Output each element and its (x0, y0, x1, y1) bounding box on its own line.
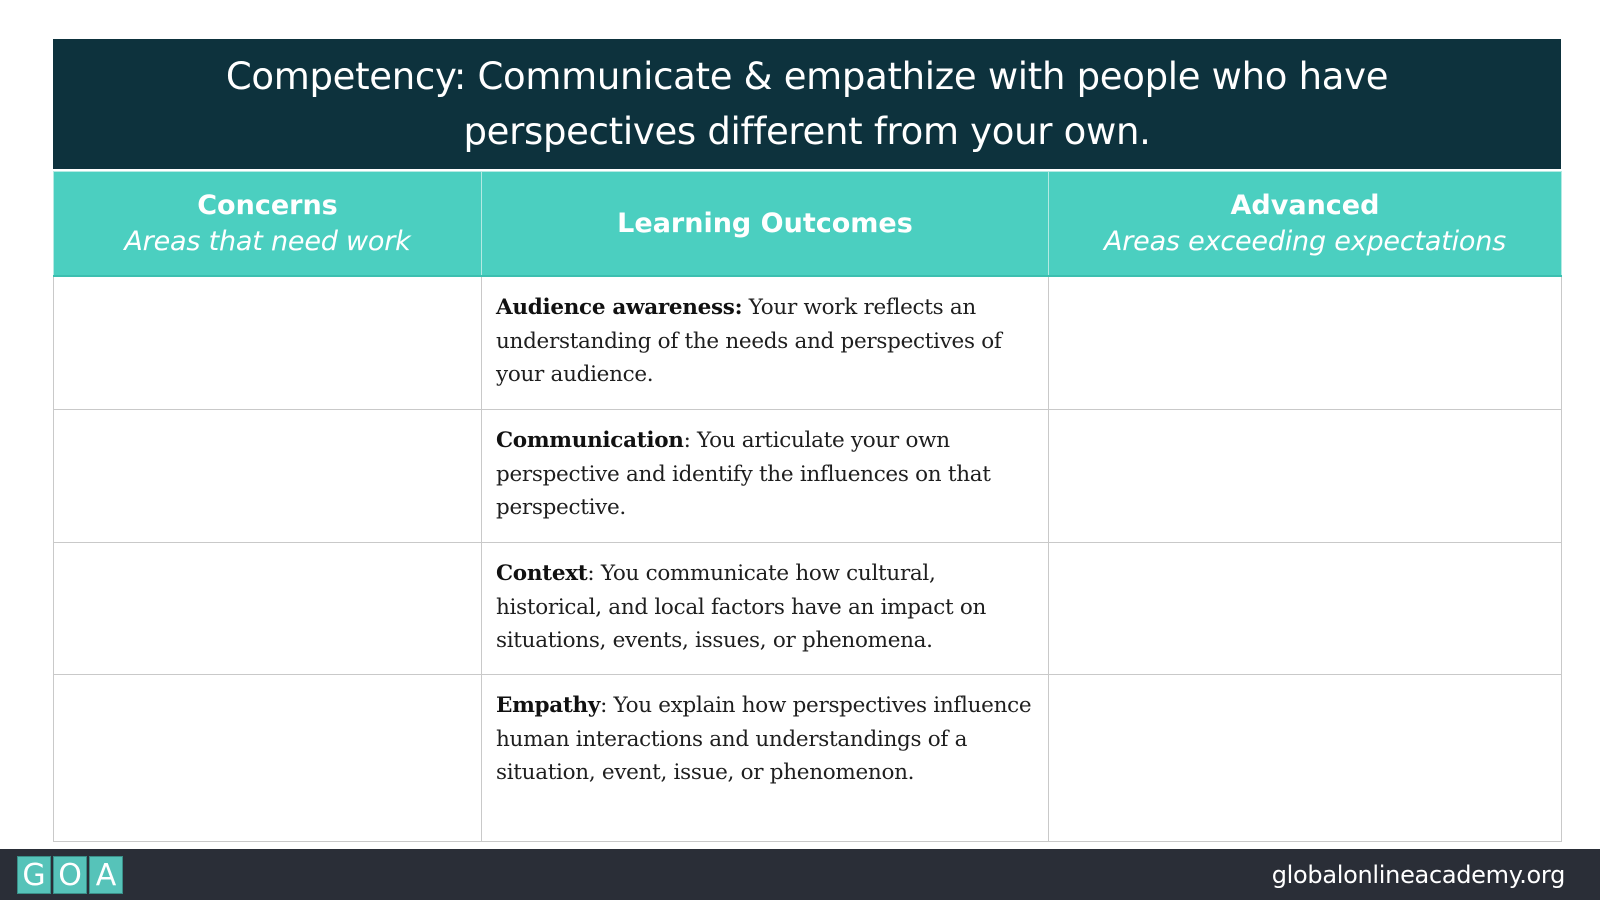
header-concerns-title: Concerns (197, 189, 338, 221)
concerns-cell[interactable] (53, 275, 482, 410)
table-row: Audience awareness: Your work reflects a… (53, 275, 1562, 410)
header-advanced-title: Advanced (1230, 189, 1380, 221)
table-row: Context: You communicate how cultural, h… (53, 542, 1562, 675)
concerns-cell[interactable] (53, 409, 482, 543)
table-row: Communication: You articulate your own p… (53, 409, 1562, 543)
outcome-term: Audience awareness: (496, 295, 743, 320)
header-concerns: Concerns Areas that need work (53, 171, 482, 277)
logo-tile-g: G (17, 856, 51, 894)
advanced-cell[interactable] (1048, 542, 1562, 675)
table-row: Empathy: You explain how perspectives in… (53, 674, 1562, 842)
header-concerns-subtitle: Areas that need work (124, 225, 411, 257)
learning-outcome-cell: Empathy: You explain how perspectives in… (481, 674, 1049, 842)
header-learning-outcomes-title: Learning Outcomes (617, 207, 913, 239)
learning-outcome-cell: Audience awareness: Your work reflects a… (481, 275, 1049, 410)
concerns-cell[interactable] (53, 674, 482, 842)
outcome-term: Context (496, 561, 588, 586)
outcome-term: Empathy (496, 693, 601, 718)
outcome-term: Communication (496, 428, 684, 453)
logo-tile-a: A (89, 856, 123, 894)
rubric-header-row: Concerns Areas that need work Learning O… (53, 171, 1562, 277)
title-line-2: perspectives different from your own. (463, 110, 1151, 153)
goa-logo: G O A (17, 856, 123, 894)
title-line-1: Competency: Communicate & empathize with… (225, 55, 1389, 98)
header-advanced-subtitle: Areas exceeding expectations (1103, 225, 1506, 257)
advanced-cell[interactable] (1048, 275, 1562, 410)
rubric-table: Concerns Areas that need work Learning O… (53, 171, 1562, 842)
website-url: globalonlineacademy.org (1271, 861, 1566, 889)
header-learning-outcomes: Learning Outcomes (481, 171, 1049, 277)
learning-outcome-cell: Context: You communicate how cultural, h… (481, 542, 1049, 675)
concerns-cell[interactable] (53, 542, 482, 675)
learning-outcome-cell: Communication: You articulate your own p… (481, 409, 1049, 543)
footer-bar: G O A globalonlineacademy.org (0, 849, 1600, 900)
header-advanced: Advanced Areas exceeding expectations (1048, 171, 1562, 277)
advanced-cell[interactable] (1048, 674, 1562, 842)
logo-tile-o: O (53, 856, 87, 894)
competency-title: Competency: Communicate & empathize with… (53, 39, 1561, 169)
advanced-cell[interactable] (1048, 409, 1562, 543)
